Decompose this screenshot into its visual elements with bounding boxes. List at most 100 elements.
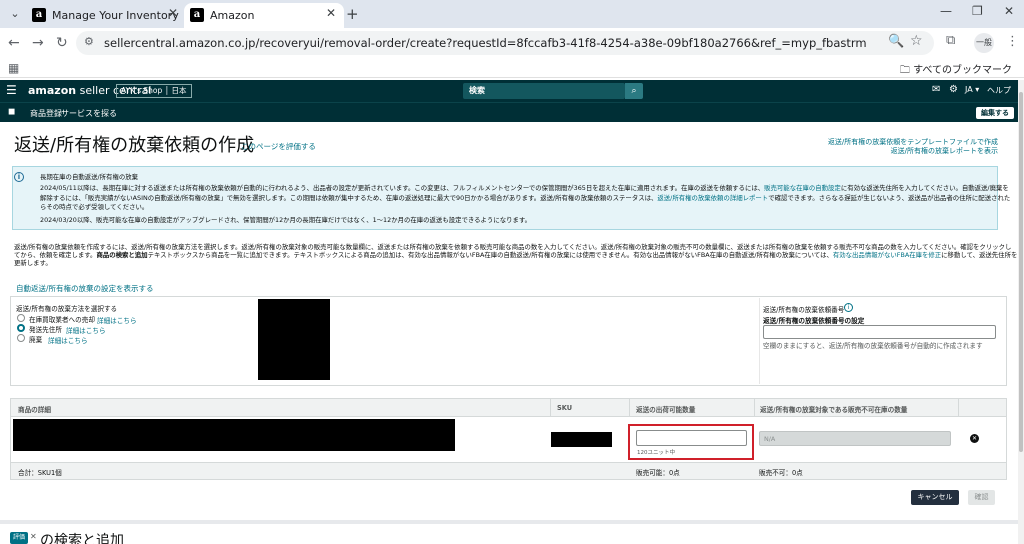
subnav-item-listing[interactable]: 商品登録 — [30, 108, 62, 119]
feedback-badge[interactable]: 評価 — [10, 532, 29, 544]
window-close-icon[interactable]: ✕ — [1004, 4, 1014, 18]
desc-bold: 商品の検索と追加 — [96, 251, 148, 259]
description-line-2: てから、依頼を確定します。商品の検索と追加テキストボックスから商品を一覧に追加で… — [14, 250, 1017, 259]
new-tab-icon[interactable]: + — [346, 5, 359, 23]
tab-close-icon[interactable]: ✕ — [326, 6, 336, 20]
redacted-address — [258, 299, 330, 380]
order-id-input[interactable] — [763, 325, 996, 339]
tab-close-icon[interactable]: ✕ — [168, 6, 178, 20]
search-icon[interactable]: ⌕ — [625, 83, 643, 99]
site-info-icon[interactable]: ⚙ — [84, 35, 94, 48]
minimize-icon[interactable]: — — [940, 4, 952, 18]
bookmark-icon[interactable]: ◼ — [8, 107, 15, 117]
option-dispose-label[interactable]: 廃棄 — [29, 334, 42, 344]
description-line-3: 更新します。 — [14, 259, 52, 267]
unsellable-quantity-input: N/A — [759, 431, 951, 446]
address-bar[interactable]: ⚙ sellercentral.amazon.co.jp/recoveryui/… — [76, 31, 934, 55]
tab-manage-inventory[interactable]: a Manage Your Inventory ✕ — [26, 3, 186, 28]
browser-tab-strip: ⌄ a Manage Your Inventory ✕ a Amazon ✕ +… — [0, 0, 1024, 28]
forward-icon[interactable]: → — [32, 35, 44, 51]
col-separator — [754, 399, 755, 417]
method-label: 返送/所有権の放棄方法を選択する — [16, 305, 118, 313]
order-id-hint: 空欄のままにすると、返送/所有権の放棄依頼番号が自動的に作成されます — [763, 342, 983, 350]
amazon-favicon-icon: a — [32, 8, 46, 22]
unsellable-total: 販売不可：0点 — [759, 469, 803, 477]
edit-nav-button[interactable]: 編集する — [976, 107, 1014, 119]
col-separator — [629, 399, 630, 417]
dispose-details-link[interactable]: 詳細はこちら — [48, 335, 88, 345]
browser-menu-icon[interactable]: ⋮ — [1006, 34, 1019, 49]
seller-central-header: ☰ amazon seller central AYK's Shop │ 日本 … — [0, 80, 1018, 102]
subnav-item-explore-services[interactable]: サービスを探る — [61, 108, 117, 119]
radio-liquidation[interactable] — [17, 314, 25, 322]
zoom-icon[interactable]: 🔍 — [888, 34, 904, 49]
info-line-4: 2024/03/20以降、販売可能な在庫の自動設定がアップグレードされ、保管期間… — [40, 216, 532, 224]
confirm-button[interactable]: 確認 — [968, 490, 995, 505]
total-sku: 合計：SKU1個 — [18, 469, 62, 477]
tab-title: Manage Your Inventory — [52, 9, 179, 22]
order-id-setting-label: 返送/所有権の放棄依頼番号の設定 — [763, 317, 865, 325]
search-placeholder: 検索 — [469, 86, 485, 95]
liquidation-details-link[interactable]: 詳細はこちら — [97, 315, 137, 325]
table-footer — [11, 462, 1006, 479]
col-product-details: 商品の詳細 — [18, 406, 51, 414]
url-text[interactable]: sellercentral.amazon.co.jp/recoveryui/re… — [104, 36, 867, 50]
col-sellable-qty: 返送の出荷可能数量 — [636, 406, 696, 414]
section-divider — [0, 520, 1018, 524]
back-icon[interactable]: ← — [8, 35, 20, 51]
mail-icon[interactable]: ✉ — [932, 84, 940, 95]
info-icon: i — [14, 172, 24, 182]
apps-grid-icon[interactable]: ▦ — [8, 61, 19, 75]
redacted-product-details — [13, 419, 455, 451]
col-unsellable-qty: 返送/所有権の放棄対象である販売不可在庫の数量 — [760, 406, 908, 414]
header-search-input[interactable]: 検索 — [463, 83, 625, 99]
info-text: 解除するには、「販売実績がないASINの自動返送/所有権の放棄」で無効を選択しま… — [40, 194, 658, 202]
scrollbar-thumb[interactable] — [1019, 92, 1023, 452]
info-text: に有効な返送先住所を入力してください。自動返送/廃棄を — [840, 184, 1009, 192]
info-line-2: 解除するには、「販売実績がないASINの自動返送/所有権の放棄」で無効を選択しま… — [40, 193, 1010, 202]
col-separator — [958, 399, 959, 417]
page-title: 返送/所有権の放棄依頼の作成 — [14, 135, 255, 156]
search-and-add-heading: の検索と追加 — [40, 533, 124, 544]
option-liquidation-label[interactable]: 在庫買取業者への売却 — [29, 314, 95, 324]
cancel-button[interactable]: キャンセル — [911, 490, 959, 505]
reload-icon[interactable]: ↻ — [56, 35, 68, 51]
browser-toolbar: ← → ↻ ⚙ sellercentral.amazon.co.jp/recov… — [0, 28, 1024, 58]
remove-row-icon[interactable]: ✕ — [970, 434, 979, 443]
tab-search-icon[interactable]: ⌄ — [6, 5, 24, 23]
desc-text: に移動して、返送先住所を — [941, 251, 1018, 259]
removal-detail-report-link[interactable]: 返送/所有権の放棄依頼の詳細レポート — [657, 194, 768, 202]
fix-fba-inventory-link[interactable]: 有効な出品情報がないFBA在庫を修正 — [833, 251, 941, 259]
ship-details-link[interactable]: 詳細はこちら — [66, 325, 106, 335]
tab-title: Amazon — [210, 9, 255, 22]
radio-ship-to-address[interactable] — [17, 324, 25, 332]
info-text: 2024/05/11以降は、長期在庫に対する返送または所有権の放棄依頼が自動的に… — [40, 184, 765, 192]
info-help-icon[interactable]: i — [844, 303, 853, 312]
bookmark-star-icon[interactable]: ☆ — [910, 33, 923, 49]
bookmarks-bar: ▦ 🗀 すべてのブックマーク — [0, 58, 1024, 78]
view-auto-removal-settings-link[interactable]: 自動返送/所有権の放棄の設定を表示する — [16, 283, 154, 294]
logo-bold: amazon — [28, 84, 77, 97]
option-ship-label[interactable]: 発送先住所 — [29, 324, 62, 334]
all-bookmarks[interactable]: 🗀 すべてのブックマーク — [900, 61, 1012, 80]
tab-amazon[interactable]: a Amazon ✕ — [184, 3, 344, 28]
settings-gear-icon[interactable]: ⚙ — [949, 84, 958, 95]
language-selector[interactable]: JA ▾ — [965, 85, 979, 94]
amazon-favicon-icon: a — [190, 8, 204, 22]
sellable-quantity-input[interactable] — [636, 430, 747, 446]
na-placeholder: N/A — [764, 435, 776, 443]
auto-setting-link[interactable]: 販売可能な在庫の自動設定 — [764, 184, 841, 192]
info-text: で確認できます。さらなる遅延が生じないよう、返送品が出品者の住所に配送された — [768, 194, 1011, 202]
rate-page-link[interactable]: このページを評価する — [241, 141, 316, 152]
view-removal-report-link[interactable]: 返送/所有権の放棄レポートを表示 — [891, 146, 998, 156]
redacted-sku — [551, 432, 612, 447]
help-link[interactable]: ヘルプ — [987, 85, 1011, 96]
profile-avatar[interactable]: 一般 — [974, 33, 994, 53]
col-separator — [550, 399, 551, 417]
radio-dispose[interactable] — [17, 334, 25, 342]
shop-selector[interactable]: AYK's Shop │ 日本 — [116, 84, 192, 98]
extensions-icon[interactable]: ⧉ — [946, 33, 955, 48]
badge-close-icon[interactable]: ✕ — [30, 532, 37, 541]
restore-icon[interactable]: ❐ — [972, 4, 983, 18]
hamburger-menu-icon[interactable]: ☰ — [6, 83, 17, 97]
